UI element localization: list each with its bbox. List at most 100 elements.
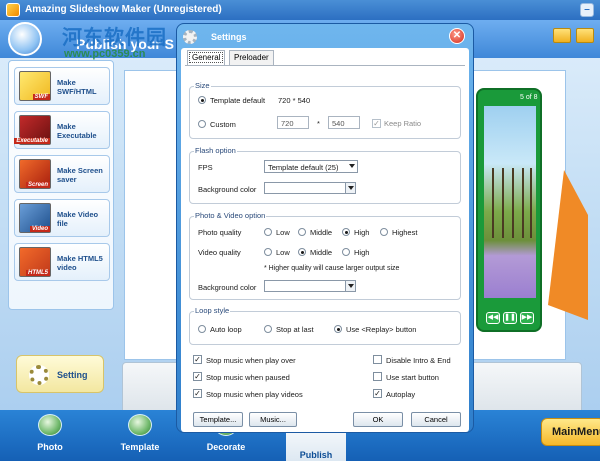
thumb-tag: Executable [14,138,50,144]
app-title: Amazing Slideshow Maker (Unregistered) [25,4,222,15]
photo-bg-color-picker[interactable] [264,280,356,292]
setting-button[interactable]: Setting [16,355,104,393]
make-button-label: Make Screen saver [57,166,103,184]
height-input[interactable]: 540 [328,116,360,129]
minimize-button[interactable]: – [580,3,594,17]
photo-icon [38,414,62,436]
fps-value: Template default (25) [268,163,339,172]
video-quality-middle-radio[interactable] [298,248,306,256]
app-logo-icon [6,3,20,17]
make-video-file-button[interactable]: Video Make Video file [14,199,110,237]
option-label: High [354,228,370,237]
keep-ratio-checkbox[interactable]: ✓ [372,119,381,128]
tree-shape [522,168,524,238]
checkbox-label: Stop music when play videos [206,390,303,399]
video-quality-high-radio[interactable] [342,248,350,256]
flash-bg-color-label: Background color [198,185,257,194]
checkbox-label: Stop music when paused [206,373,290,382]
replay-button-radio[interactable] [334,325,342,333]
tab-preloader[interactable]: Preloader [229,50,274,65]
make-swf-html-button[interactable]: SWF Make SWF/HTML [14,67,110,105]
dialog-content: General Preloader Size Template default … [181,48,469,432]
chevron-down-icon[interactable] [345,281,355,291]
setting-label: Setting [57,370,88,380]
option-label: Middle [310,228,333,237]
photo-quality-highest-radio[interactable] [380,228,388,236]
make-html5-video-button[interactable]: HTML5 Make HTML5 video [14,243,110,281]
size-group: Size Template default 720 * 540 Custom 7… [189,81,461,139]
template-default-radio[interactable] [198,96,206,104]
video-quality-low-radio[interactable] [264,248,272,256]
flash-bg-color-picker[interactable] [264,182,356,194]
tab-label: Photo [37,442,63,452]
tab-label: Template [120,442,160,452]
stop-at-last-radio[interactable] [264,325,272,333]
auto-loop-radio[interactable] [198,325,206,333]
loop-style-group: Loop style Auto loop Stop at last Use <R… [189,306,461,345]
custom-label: Custom [210,120,236,129]
photo-quality-low-radio[interactable] [264,228,272,236]
gear-icon [183,30,197,44]
make-button-label: Make Video file [57,210,99,228]
cancel-button[interactable]: Cancel [411,412,461,427]
tab-divider [185,65,465,66]
checkbox-label: Autoplay [386,390,416,399]
preview-image [484,106,536,298]
quality-note: * Higher quality will cause larger outpu… [264,265,400,272]
photo-quality-label: Photo quality [198,228,242,237]
main-menu-button[interactable]: MainMenu [541,418,600,446]
group-title: Loop style [194,306,231,315]
tab-template[interactable]: Template [110,412,170,460]
option-label: Use <Replay> button [346,325,417,334]
make-executable-button[interactable]: Executable Make Executable [14,111,110,149]
stop-music-paused-checkbox[interactable]: ✓ [193,372,202,381]
option-label: Highest [392,228,418,237]
use-start-button-checkbox[interactable] [373,372,382,381]
close-button[interactable]: ✕ [449,28,465,44]
make-button-label: Make HTML5 video [57,254,103,272]
option-label: Stop at last [276,325,314,334]
open-folder-icon[interactable] [553,28,571,43]
thumb-tag: Screen [25,182,50,188]
next-button[interactable]: ▶▶ [520,312,534,324]
swf-html-icon: SWF [19,71,51,101]
tab-label: Decorate [206,442,246,452]
tab-photo[interactable]: Photo [20,412,80,460]
option-label: Low [276,248,290,257]
option-label: Auto loop [210,325,242,334]
photo-quality-middle-radio[interactable] [298,228,306,236]
tab-general[interactable]: General [187,50,226,65]
autoplay-checkbox[interactable]: ✓ [373,389,382,398]
option-label: Low [276,228,290,237]
video-quality-label: Video quality [198,248,241,257]
video-file-icon: Video [19,203,51,233]
photo-video-option-group: Photo & Video option Photo quality Low M… [189,211,461,300]
custom-radio[interactable] [198,120,206,128]
tree-shape [492,168,494,238]
stop-music-play-over-checkbox[interactable]: ✓ [193,355,202,364]
thumb-tag: Video [29,226,50,232]
thumb-tag: SWF [32,94,50,100]
chevron-down-icon [349,164,355,168]
chevron-down-icon[interactable] [345,183,355,193]
publish-logo-icon [8,22,42,56]
stop-music-play-videos-checkbox[interactable]: ✓ [193,389,202,398]
width-input[interactable]: 720 [277,116,309,129]
save-project-icon[interactable] [576,28,594,43]
tree-shape [512,168,514,238]
html5-icon: HTML5 [19,247,51,277]
disable-intro-end-checkbox[interactable] [373,355,382,364]
fps-select[interactable]: Template default (25) [264,160,358,173]
music-button[interactable]: Music... [249,412,297,427]
make-screensaver-button[interactable]: Screen Make Screen saver [14,155,110,193]
previous-button[interactable]: ◀◀ [486,312,500,324]
photo-quality-high-radio[interactable] [342,228,350,236]
pause-button[interactable]: ❚❚ [503,312,517,324]
watermark-text: 河东软件园 [62,25,167,49]
template-icon [128,414,152,436]
template-button[interactable]: Template... [193,412,243,427]
dialog-title: Settings [211,32,247,42]
ok-button[interactable]: OK [353,412,403,427]
option-label: Middle [310,248,333,257]
watermark-url: www.pc0359.cn [64,48,146,60]
